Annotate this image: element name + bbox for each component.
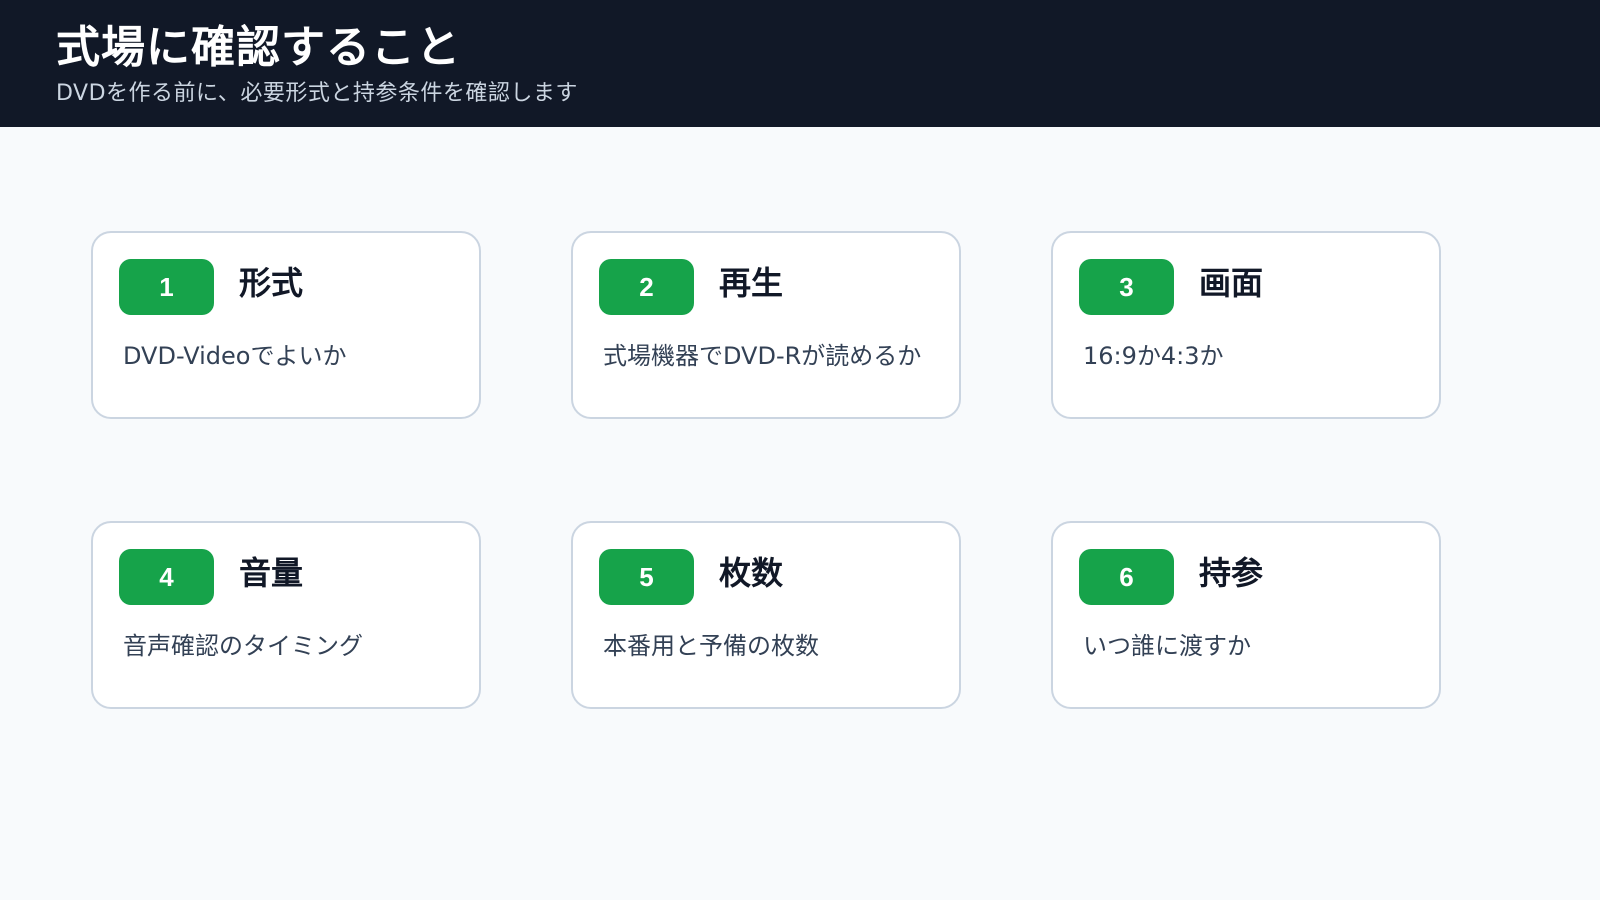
card-title: 枚数 [719,554,784,592]
card-description: 音声確認のタイミング [123,632,363,660]
card-number-badge: 4 [119,549,214,605]
card-title: 音量 [239,554,304,592]
checklist-card-3: 3 画面 16:9か4:3か [1051,231,1441,419]
checklist-card-4: 4 音量 音声確認のタイミング [91,521,481,709]
card-number-badge: 5 [599,549,694,605]
checklist-card-1: 1 形式 DVD-Videoでよいか [91,231,481,419]
card-number-badge: 1 [119,259,214,315]
card-title: 再生 [719,264,784,302]
card-number-badge: 6 [1079,549,1174,605]
checklist-card-6: 6 持参 いつ誰に渡すか [1051,521,1441,709]
card-number-badge: 3 [1079,259,1174,315]
card-description: いつ誰に渡すか [1083,632,1251,660]
card-title: 画面 [1199,264,1264,302]
card-description: 式場機器でDVD-Rが読めるか [603,342,922,370]
card-description: 16:9か4:3か [1083,342,1224,370]
checklist-card-2: 2 再生 式場機器でDVD-Rが読めるか [571,231,961,419]
page-title: 式場に確認すること [56,22,461,73]
header-bar: 式場に確認すること DVDを作る前に、必要形式と持参条件を確認します [0,0,1600,127]
card-title: 形式 [239,264,304,302]
card-title: 持参 [1199,554,1264,592]
card-description: DVD-Videoでよいか [123,342,347,370]
page-subtitle: DVDを作る前に、必要形式と持参条件を確認します [56,81,578,106]
card-description: 本番用と予備の枚数 [603,632,819,660]
card-number-badge: 2 [599,259,694,315]
checklist-card-5: 5 枚数 本番用と予備の枚数 [571,521,961,709]
